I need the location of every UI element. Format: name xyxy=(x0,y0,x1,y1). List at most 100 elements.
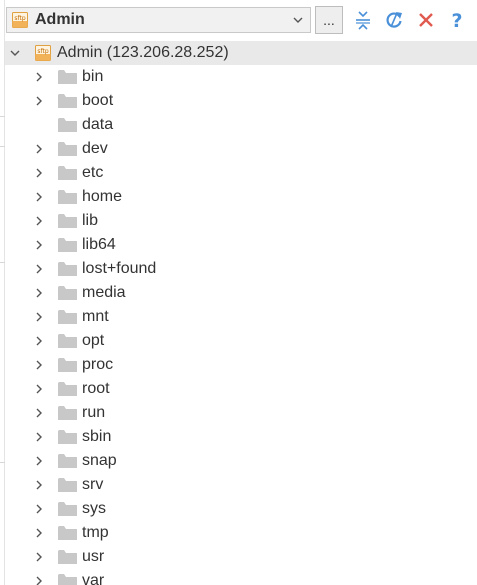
chevron-right-icon[interactable] xyxy=(32,94,46,108)
chevron-down-icon[interactable] xyxy=(8,46,22,60)
folder-icon xyxy=(58,382,77,396)
chevron-right-icon[interactable] xyxy=(32,550,46,564)
tree-root[interactable]: sftp Admin (123.206.28.252) xyxy=(5,41,477,65)
folder-icon xyxy=(58,478,77,492)
chevron-right-icon[interactable] xyxy=(32,574,46,585)
tree-item-label: tmp xyxy=(82,524,109,541)
help-icon[interactable]: ? xyxy=(447,10,467,30)
tree-item-label: run xyxy=(82,404,106,421)
tree-item-label: opt xyxy=(82,332,105,349)
chevron-right-icon[interactable] xyxy=(32,334,46,348)
chevron-right-icon[interactable] xyxy=(32,430,46,444)
folder-icon xyxy=(58,310,77,324)
tree-item[interactable]: media xyxy=(5,281,477,305)
tree-item-label: lib xyxy=(82,212,99,229)
tree-item[interactable]: data xyxy=(5,113,477,137)
folder-icon xyxy=(58,358,77,372)
svg-text:sftp: sftp xyxy=(14,15,25,22)
tree-item[interactable]: lib64 xyxy=(5,233,477,257)
folder-icon xyxy=(58,502,77,516)
tree-item[interactable]: sbin xyxy=(5,425,477,449)
tree-item[interactable]: snap xyxy=(5,449,477,473)
svg-text:?: ? xyxy=(451,10,462,30)
site-select[interactable]: sftp Admin xyxy=(6,7,311,33)
tree-item-label: proc xyxy=(82,356,114,373)
tree-item-label: data xyxy=(82,116,114,133)
folder-icon xyxy=(58,94,77,108)
tree-item[interactable]: proc xyxy=(5,353,477,377)
chevron-right-icon[interactable] xyxy=(32,358,46,372)
sftp-icon: sftp xyxy=(12,12,28,28)
tree-item[interactable]: lost+found xyxy=(5,257,477,281)
chevron-right-icon[interactable] xyxy=(32,214,46,228)
tree-item-label: snap xyxy=(82,452,117,469)
file-tree: sftp Admin (123.206.28.252) bin boot data d… xyxy=(5,41,477,585)
tree-item[interactable]: mnt xyxy=(5,305,477,329)
tree-item[interactable]: run xyxy=(5,401,477,425)
chevron-right-icon[interactable] xyxy=(32,310,46,324)
folder-icon xyxy=(58,430,77,444)
collapse-all-icon[interactable] xyxy=(353,10,373,30)
folder-icon xyxy=(58,214,77,228)
tree-item[interactable]: etc xyxy=(5,161,477,185)
tree-item[interactable]: root xyxy=(5,377,477,401)
tree-item[interactable]: lib xyxy=(5,209,477,233)
more-button[interactable]: ... xyxy=(315,6,343,34)
folder-icon xyxy=(58,574,77,585)
folder-icon xyxy=(58,238,77,252)
tree-item-label: usr xyxy=(82,548,105,565)
chevron-right-icon[interactable] xyxy=(32,406,46,420)
chevron-right-icon[interactable] xyxy=(32,166,46,180)
folder-icon xyxy=(58,142,77,156)
folder-icon xyxy=(58,454,77,468)
tree-item[interactable]: usr xyxy=(5,545,477,569)
chevron-right-icon[interactable] xyxy=(32,526,46,540)
tree-item-label: bin xyxy=(82,68,104,85)
chevron-right-icon[interactable] xyxy=(32,502,46,516)
folder-icon xyxy=(58,166,77,180)
tree-item[interactable]: boot xyxy=(5,89,477,113)
tree-item[interactable]: sys xyxy=(5,497,477,521)
chevron-down-icon[interactable] xyxy=(291,13,305,27)
svg-text:sftp: sftp xyxy=(37,48,48,55)
folder-icon xyxy=(58,334,77,348)
chevron-right-icon[interactable] xyxy=(32,142,46,156)
chevron-right-icon[interactable] xyxy=(32,286,46,300)
tree-item-label: lib64 xyxy=(82,236,116,253)
chevron-right-icon[interactable] xyxy=(32,238,46,252)
tree-item-label: srv xyxy=(82,476,104,493)
tree-item-label: dev xyxy=(82,140,108,157)
chevron-right-icon[interactable] xyxy=(32,262,46,276)
folder-icon xyxy=(58,550,77,564)
chevron-right-icon[interactable] xyxy=(32,454,46,468)
close-icon[interactable] xyxy=(416,10,436,30)
tree-item-label: var xyxy=(82,572,105,585)
root-label: Admin (123.206.28.252) xyxy=(57,44,229,61)
folder-icon xyxy=(58,526,77,540)
tree-item-label: lost+found xyxy=(82,260,157,277)
chevron-right-icon[interactable] xyxy=(32,190,46,204)
tree-item-label: media xyxy=(82,284,126,301)
chevron-right-icon[interactable] xyxy=(32,382,46,396)
tree-item[interactable]: opt xyxy=(5,329,477,353)
tree-item[interactable]: dev xyxy=(5,137,477,161)
tree-item[interactable]: tmp xyxy=(5,521,477,545)
tree-item[interactable]: home xyxy=(5,185,477,209)
tree-item[interactable]: bin xyxy=(5,65,477,89)
tree-item-label: root xyxy=(82,380,110,397)
sftp-panel: sftp Admin ... ? sftp Admin (123.206.28.… xyxy=(0,0,477,585)
chevron-right-icon[interactable] xyxy=(32,70,46,84)
folder-icon xyxy=(58,262,77,276)
chevron-right-icon[interactable] xyxy=(32,478,46,492)
tree-item-label: boot xyxy=(82,92,114,109)
tree-item[interactable]: var xyxy=(5,569,477,585)
site-name: Admin xyxy=(35,11,85,28)
tree-item-label: etc xyxy=(82,164,104,181)
tree-item-label: sys xyxy=(82,500,106,517)
folder-icon xyxy=(58,286,77,300)
tree-item[interactable]: srv xyxy=(5,473,477,497)
folder-icon xyxy=(58,118,77,132)
sftp-icon: sftp xyxy=(35,45,51,61)
refresh-icon[interactable] xyxy=(384,10,404,30)
tree-item-label: mnt xyxy=(82,308,109,325)
